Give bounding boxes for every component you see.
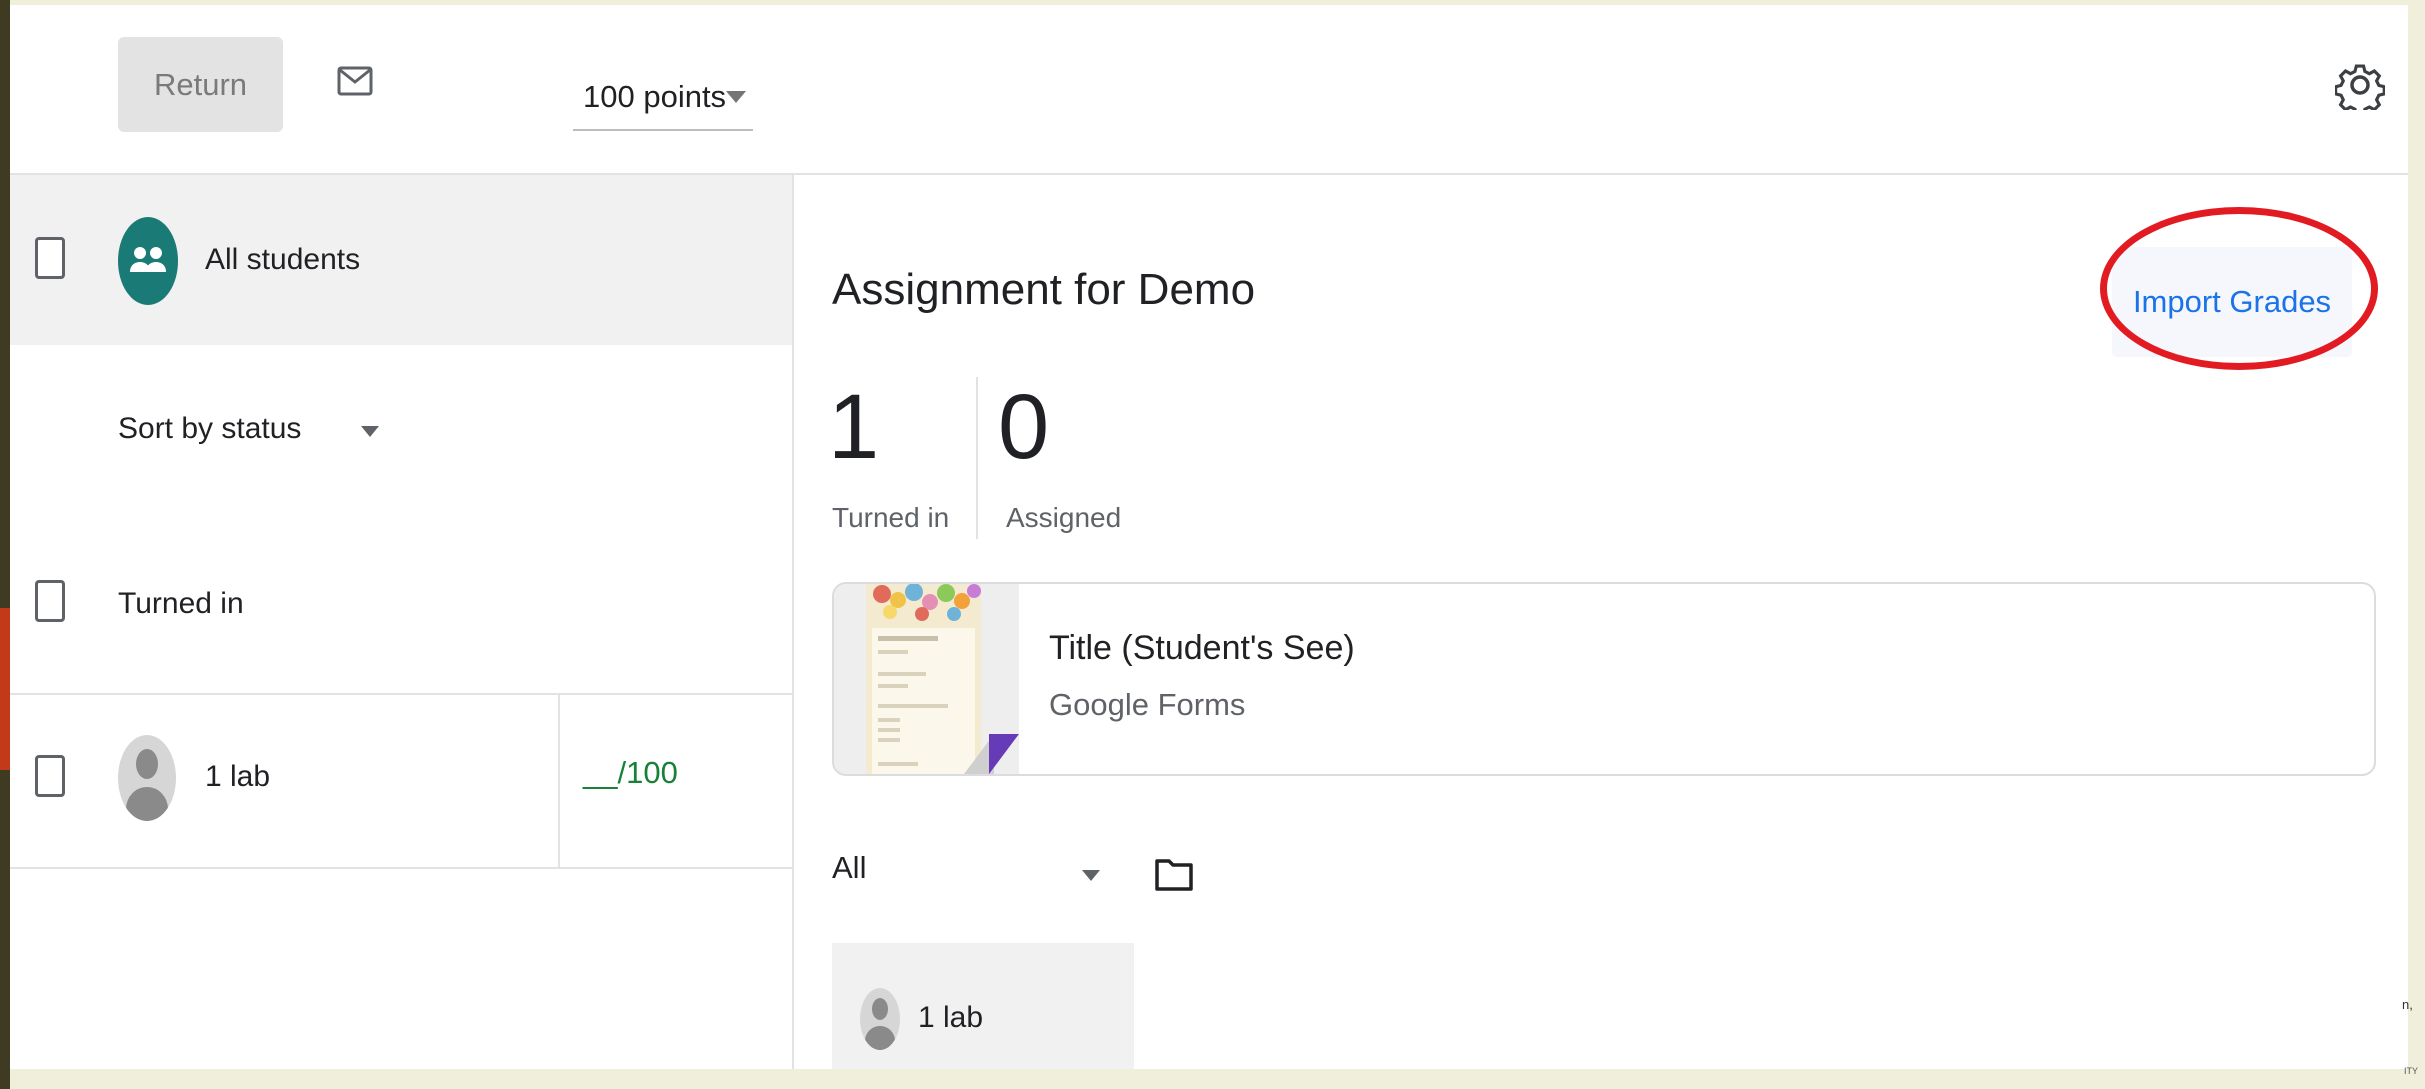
mail-icon[interactable]: [337, 63, 373, 99]
slide-frame: Return 100 points All students Sort by s…: [0, 0, 2425, 1089]
top-toolbar: Return 100 points: [10, 5, 2408, 175]
dropdown-caret-icon[interactable]: [1082, 870, 1100, 881]
turned-in-count: 1: [828, 376, 880, 478]
attachment-title: Title (Student's See): [1049, 629, 1355, 667]
assigned-label: Assigned: [1006, 502, 1122, 533]
sort-label: Sort by status: [118, 412, 302, 445]
folder-icon[interactable]: [1154, 853, 1194, 893]
student-list-panel: All students Sort by status Turned in 1 …: [10, 175, 794, 1069]
all-students-row[interactable]: All students: [10, 175, 792, 345]
avatar-icon: [118, 735, 176, 821]
slide-corner-mark-small: ITY: [2404, 1066, 2419, 1076]
student-work-tile[interactable]: 1 lab: [832, 943, 1134, 1069]
gear-icon[interactable]: [2335, 60, 2385, 110]
student-name[interactable]: 1 lab: [205, 760, 270, 794]
stat-divider: [976, 377, 978, 539]
all-students-label: All students: [205, 243, 361, 276]
filter-dropdown[interactable]: All: [832, 850, 866, 886]
group-icon: [118, 217, 178, 305]
slide-corner-mark: n,: [2402, 997, 2413, 1012]
slide-edge-strip: [0, 0, 10, 1089]
assignment-title: Assignment for Demo: [832, 265, 1256, 314]
points-value: 100 points: [583, 79, 727, 114]
grade-input[interactable]: __/100: [583, 755, 678, 791]
all-students-checkbox[interactable]: [35, 237, 65, 279]
tile-student-name: 1 lab: [918, 1001, 984, 1034]
return-button[interactable]: Return: [118, 37, 283, 132]
assignment-panel: Assignment for Demo Import Grades 1 Turn…: [794, 175, 2408, 1069]
highlight-ellipse: [2100, 207, 2378, 370]
attachment-type: Google Forms: [1049, 687, 1246, 722]
turned-in-checkbox[interactable]: [35, 580, 65, 622]
attachment-card[interactable]: Title (Student's See) Google Forms: [832, 582, 2376, 776]
form-thumbnail: [834, 584, 1019, 774]
turned-in-label: Turned in: [832, 502, 950, 533]
divider: [10, 867, 792, 869]
dropdown-caret-icon: [361, 426, 379, 437]
slide-accent-strip: [0, 608, 10, 770]
avatar-icon: [860, 988, 900, 1050]
turned-in-section-label: Turned in: [118, 587, 244, 620]
student-checkbox[interactable]: [35, 755, 65, 797]
divider: [10, 693, 792, 695]
column-divider: [558, 695, 560, 867]
assigned-count: 0: [998, 376, 1050, 478]
points-dropdown[interactable]: 100 points: [573, 63, 753, 131]
classroom-screen: Return 100 points All students Sort by s…: [10, 5, 2408, 1069]
dropdown-caret-icon: [726, 91, 746, 103]
